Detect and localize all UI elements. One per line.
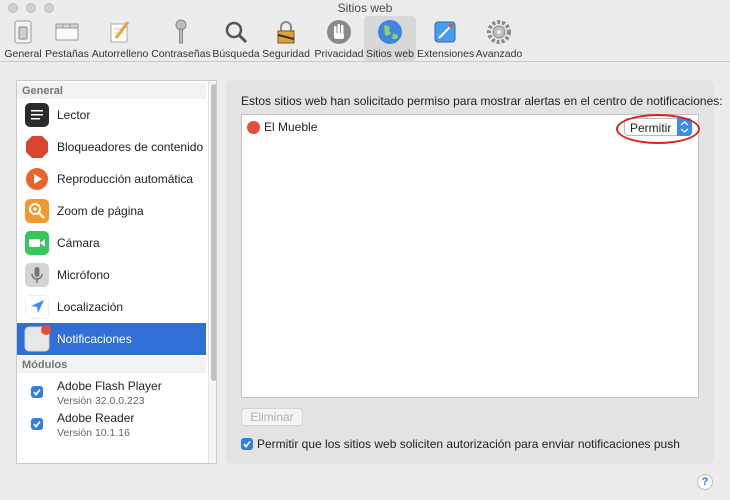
- module-version: Versión 32.0.0.223: [57, 395, 145, 407]
- hand-icon: [327, 20, 351, 44]
- tab-sitios-web[interactable]: Sitios web: [364, 16, 416, 61]
- gear-icon: [487, 20, 511, 44]
- tabs-icon: [55, 23, 79, 41]
- zoom-window-button[interactable]: [44, 3, 54, 13]
- location-icon: [25, 295, 49, 319]
- site-list: El Mueble Permitir: [241, 114, 699, 398]
- notifications-description: Estos sitios web han solicitado permiso …: [241, 94, 723, 108]
- sidebar-item-zoom[interactable]: Zoom de página: [17, 195, 206, 227]
- title-bar: Sitios web: [0, 0, 730, 16]
- sidebar-item-reproduccion[interactable]: Reproducción automática: [17, 163, 206, 195]
- tab-busqueda[interactable]: Búsqueda: [212, 16, 260, 61]
- module-flash-checkbox[interactable]: [31, 386, 43, 398]
- tab-general[interactable]: General: [2, 16, 44, 61]
- site-favicon-icon: [247, 121, 260, 134]
- pencil-icon: [110, 21, 130, 43]
- sidebar-item-camara[interactable]: Cámara: [17, 227, 206, 259]
- sidebar-item-localizacion[interactable]: Localización: [17, 291, 206, 323]
- module-name: Adobe Flash Player: [57, 379, 162, 393]
- module-reader-checkbox[interactable]: [31, 418, 43, 430]
- key-icon: [175, 19, 187, 44]
- remove-button[interactable]: Eliminar: [241, 408, 303, 426]
- module-name: Adobe Reader: [57, 411, 135, 425]
- tab-pestanas[interactable]: Pestañas: [45, 16, 89, 61]
- lock-icon: [277, 21, 295, 44]
- stop-icon: [26, 136, 48, 158]
- tab-seguridad[interactable]: Seguridad: [261, 16, 311, 61]
- tab-extensiones[interactable]: Extensiones: [417, 16, 474, 61]
- close-window-button[interactable]: [8, 3, 18, 13]
- help-button[interactable]: ?: [697, 474, 713, 490]
- play-icon: [26, 168, 48, 190]
- puzzle-icon: [434, 21, 456, 43]
- tab-avanzado[interactable]: Avanzado: [474, 16, 524, 61]
- notifications-panel: Estos sitios web han solicitado permiso …: [226, 80, 723, 464]
- push-notifications-label[interactable]: Permitir que los sitios web soliciten au…: [257, 437, 680, 451]
- microphone-icon: [25, 263, 49, 287]
- notification-icon: [24, 325, 51, 352]
- push-notifications-option: Permitir que los sitios web soliciten au…: [241, 436, 701, 452]
- sidebar-item-bloqueadores[interactable]: Bloqueadores de contenido: [17, 131, 206, 163]
- preferences-window: Sitios web General Pestañas Autorrelleno…: [0, 0, 730, 500]
- switch-icon: [14, 20, 32, 44]
- tab-privacidad[interactable]: Privacidad: [313, 16, 365, 61]
- sidebar-scroll-thumb[interactable]: [211, 84, 216, 381]
- zoom-icon: [25, 199, 49, 223]
- sidebar: General Lector Bloqueadores de contenido…: [16, 80, 217, 464]
- globe-icon: [378, 20, 402, 44]
- annotation-ellipse: [616, 114, 700, 144]
- checkmark-icon: [33, 420, 41, 428]
- module-flash-player: Adobe Flash Player Versión 32.0.0.223: [17, 376, 206, 410]
- camera-icon: [25, 231, 49, 255]
- magnifier-icon: [225, 21, 248, 44]
- preferences-toolbar: General Pestañas Autorrelleno Contraseña…: [0, 16, 730, 62]
- sidebar-scrollbar[interactable]: [208, 81, 216, 463]
- minimize-window-button[interactable]: [26, 3, 36, 13]
- general-section-header: General: [17, 83, 206, 99]
- reader-icon: [25, 103, 49, 127]
- checkmark-icon: [33, 388, 41, 396]
- push-notifications-checkbox[interactable]: [241, 438, 253, 450]
- tab-autorrelleno[interactable]: Autorrelleno: [91, 16, 149, 61]
- sidebar-item-microfono[interactable]: Micrófono: [17, 259, 206, 291]
- checkmark-icon: [243, 440, 251, 448]
- window-title: Sitios web: [337, 1, 393, 15]
- site-name: El Mueble: [264, 120, 318, 134]
- module-version: Versión 10.1.16: [57, 427, 130, 439]
- sidebar-item-lector[interactable]: Lector: [17, 99, 206, 131]
- modules-section-header: Módulos: [17, 357, 206, 373]
- sidebar-item-notificaciones[interactable]: Notificaciones: [17, 323, 206, 355]
- module-adobe-reader: Adobe Reader Versión 10.1.16: [17, 408, 206, 442]
- tab-contrasenas[interactable]: Contraseñas: [150, 16, 212, 61]
